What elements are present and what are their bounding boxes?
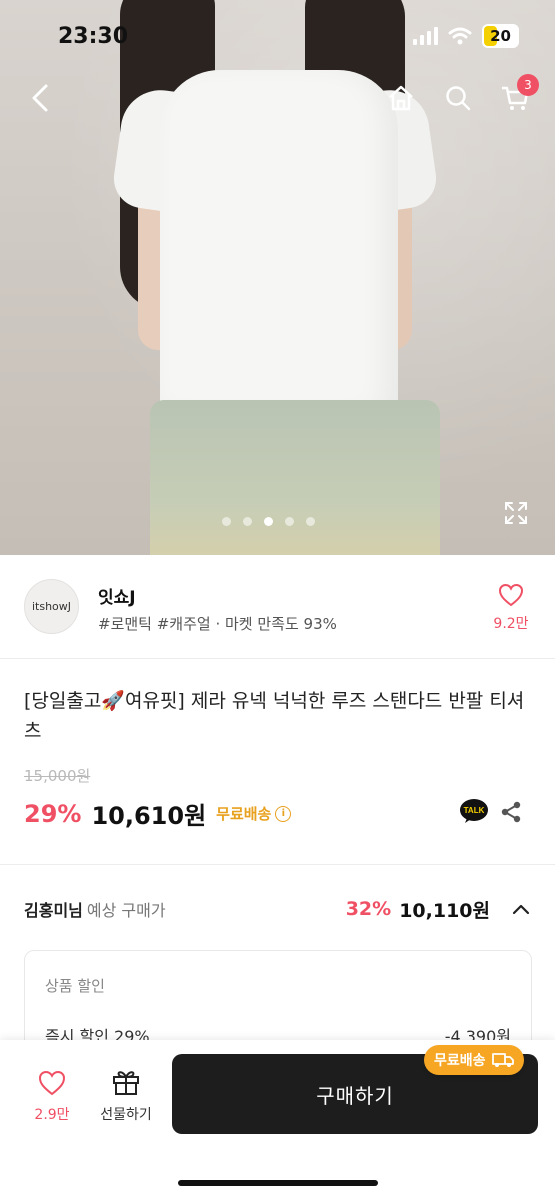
product-image[interactable]: 23:30 20 3 (0, 0, 555, 555)
wifi-icon (448, 27, 472, 45)
home-indicator (178, 1180, 378, 1186)
original-price: 15,000원 (24, 767, 91, 785)
member-price-row[interactable]: 김홍미님 예상 구매가 32% 10,110원 (24, 894, 532, 924)
member-name: 김홍미님 (24, 901, 83, 920)
info-icon[interactable]: i (275, 805, 292, 822)
heart-icon (498, 583, 524, 607)
chevron-up-icon[interactable] (510, 898, 532, 920)
bottom-action-bar: 2.9만 선물하기 구매하기 무료배송 (0, 1040, 555, 1200)
member-price-values: 32% 10,110원 (346, 896, 532, 923)
member-expected-price: 10,110원 (399, 899, 490, 922)
share-button[interactable] (499, 800, 523, 824)
truck-icon (491, 1053, 514, 1067)
shop-name[interactable]: 잇쇼J (98, 583, 136, 608)
free-shipping-info[interactable]: 무료배송 i (216, 803, 292, 824)
share-icon (501, 801, 521, 823)
battery-level: 20 (490, 27, 511, 45)
shop-tags: #로맨틱 #캐주얼 · 마켓 만족도 93% (98, 615, 337, 633)
free-shipping-pill: 무료배송 (424, 1045, 524, 1075)
free-shipping-pill-label: 무료배송 (434, 1053, 486, 1069)
gift-icon (113, 1071, 139, 1095)
photo-jeans (150, 400, 440, 555)
shop-logo[interactable]: itshowJ (24, 579, 79, 634)
discount-section-label: 상품 할인 (45, 977, 105, 995)
status-time: 23:30 (58, 24, 129, 49)
carousel-dot-active[interactable] (264, 517, 273, 526)
carousel-dot[interactable] (243, 517, 252, 526)
member-discount-rate: 32% (345, 898, 392, 920)
carousel-indicator (222, 517, 315, 526)
kakao-talk-label: TALK (464, 806, 485, 815)
like-button[interactable]: 2.9만 (28, 1070, 76, 1124)
back-button[interactable] (22, 80, 58, 116)
expand-button[interactable] (503, 500, 529, 526)
heart-icon (38, 1070, 66, 1096)
like-count: 2.9만 (34, 1107, 70, 1123)
shop-like-count: 9.2만 (493, 616, 529, 632)
free-shipping-label: 무료배송 (216, 805, 272, 823)
carousel-dot[interactable] (306, 517, 315, 526)
gift-button[interactable]: 선물하기 (94, 1068, 158, 1124)
price-row: 29% 10,610원 무료배송 i (24, 796, 292, 831)
shop-like-button[interactable]: 9.2만 (489, 583, 533, 633)
signal-icon (413, 27, 439, 45)
cart-button[interactable]: 3 (497, 74, 539, 116)
sale-price: 10,610원 (91, 802, 207, 830)
search-button[interactable] (440, 80, 476, 116)
kakao-talk-icon: TALK (460, 799, 488, 823)
photo-tshirt (160, 70, 398, 430)
carousel-dot[interactable] (222, 517, 231, 526)
member-price-label: 예상 구매가 (86, 901, 166, 920)
expand-icon (505, 502, 527, 524)
home-icon (389, 85, 413, 111)
shop-info[interactable]: itshowJ 잇쇼J #로맨틱 #캐주얼 · 마켓 만족도 93% 9.2만 (0, 555, 555, 659)
home-button[interactable] (383, 80, 419, 116)
gift-label: 선물하기 (100, 1107, 152, 1123)
status-indicators: 20 (413, 24, 519, 48)
chevron-left-icon (32, 84, 48, 112)
battery-icon: 20 (482, 24, 519, 48)
discount-rate: 29% (24, 799, 82, 828)
section-divider (0, 864, 555, 865)
kakao-talk-button[interactable]: TALK (459, 798, 489, 824)
cart-count-badge: 3 (517, 74, 539, 96)
product-title: [당일출고🚀여유핏] 제라 유넥 넉넉한 루즈 스탠다드 반팔 티셔츠 (24, 690, 525, 742)
carousel-dot[interactable] (285, 517, 294, 526)
search-icon (446, 86, 471, 111)
